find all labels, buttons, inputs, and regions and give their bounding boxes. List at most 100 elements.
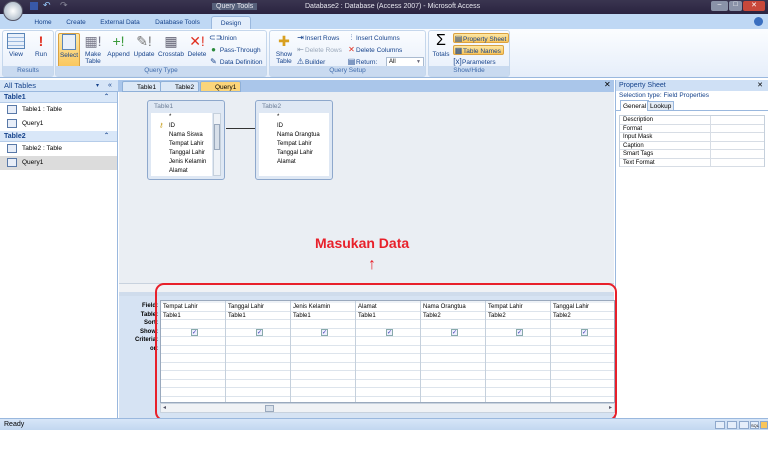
property-format[interactable]: Format: [620, 124, 764, 133]
delete-rows-icon: ⇤: [297, 45, 304, 54]
field-item[interactable]: Tanggal Lahir: [151, 149, 212, 158]
union-button[interactable]: ⊂⊃ Union: [209, 33, 237, 43]
field-item[interactable]: *: [259, 113, 329, 122]
property-sheet-button[interactable]: ▤Property Sheet: [453, 33, 510, 43]
annotation-highlight-box: [155, 283, 617, 421]
office-button[interactable]: [3, 1, 23, 21]
property-input-mask[interactable]: Input Mask: [620, 133, 764, 142]
help-icon[interactable]: [754, 17, 763, 26]
group-label: Query Setup: [270, 66, 425, 76]
globe-icon: ●: [211, 45, 216, 54]
close-icon[interactable]: ✕: [757, 80, 763, 91]
nav-group-table1[interactable]: Table1 ⌃: [0, 92, 117, 103]
select-button[interactable]: Select: [58, 33, 80, 69]
collapse-pane-icon[interactable]: «: [108, 80, 112, 92]
tab-design[interactable]: Design: [211, 16, 251, 29]
field-item[interactable]: Nama Orangtua: [259, 131, 329, 140]
pass-through-button[interactable]: ● Pass-Through: [209, 45, 261, 55]
field-item[interactable]: Jenis Kelamin: [151, 158, 212, 167]
pivotchart-view-icon[interactable]: [739, 421, 749, 429]
field-item[interactable]: ⚷ ID: [151, 122, 212, 131]
property-sheet: Property Sheet ✕ Selection type: Field Pr…: [615, 80, 768, 418]
make-table-button[interactable]: ▦! Make Table: [82, 33, 104, 65]
delete-button[interactable]: ✕! Delete: [186, 33, 208, 58]
tab-general[interactable]: General: [620, 100, 650, 111]
field-list-title: Table2: [262, 103, 282, 110]
tab-external-data[interactable]: External Data: [96, 16, 144, 29]
selection-type: Selection type: Field Properties: [619, 92, 709, 99]
delete-columns-button[interactable]: ✕Delete Columns: [347, 45, 402, 55]
ribbon-tabs: Home Create External Data Database Tools…: [0, 14, 768, 29]
run-button[interactable]: ! Run: [31, 33, 51, 58]
property-smart-tags[interactable]: Smart Tags: [620, 150, 764, 159]
group-label: Query Type: [56, 66, 266, 76]
query-icon: [7, 158, 17, 167]
pivottable-view-icon[interactable]: [727, 421, 737, 429]
tab-database-tools[interactable]: Database Tools: [150, 16, 205, 29]
property-sheet-icon: ▤: [454, 34, 463, 43]
datasheet-icon: [7, 33, 25, 49]
close-button[interactable]: ✕: [743, 1, 765, 11]
relationship-line[interactable]: [226, 128, 255, 129]
datasheet-view-icon[interactable]: [715, 421, 725, 429]
chevron-down-icon[interactable]: ▾: [96, 80, 99, 92]
sql-view-icon[interactable]: SQL: [750, 421, 759, 429]
field-item[interactable]: Alamat: [151, 167, 212, 176]
nav-pane-header[interactable]: All Tables ▾ «: [0, 80, 118, 92]
select-query-icon: [62, 34, 76, 50]
insert-columns-button[interactable]: ⫶ Insert Columns: [347, 33, 400, 43]
minimize-button[interactable]: –: [711, 1, 728, 11]
delete-columns-icon: ✕: [348, 45, 355, 54]
view-button[interactable]: View: [6, 33, 26, 58]
annotation-text: Masukan Data: [315, 235, 410, 251]
insert-rows-button[interactable]: ⇥Insert Rows: [296, 33, 339, 43]
tab-home[interactable]: Home: [30, 16, 56, 29]
annotation-arrow-icon: ↑: [368, 256, 376, 273]
table2-field-list[interactable]: Table2 * ID Nama Orangtua Tempat Lahir T…: [255, 100, 333, 180]
delete-rows-button[interactable]: ⇤Delete Rows: [296, 45, 342, 55]
status-bar: Ready SQL: [0, 418, 768, 430]
field-list-scrollbar[interactable]: [213, 113, 221, 176]
property-text-format[interactable]: Text Format: [620, 158, 764, 167]
collapse-icon[interactable]: ⌃: [104, 92, 109, 103]
design-view-icon[interactable]: [760, 421, 768, 429]
field-item[interactable]: Tanggal Lahir: [259, 149, 329, 158]
row-label-table: Table:: [140, 311, 158, 318]
window-title: Database2 : Database (Access 2007) - Mic…: [305, 3, 481, 10]
insert-rows-icon: ⇥: [297, 33, 304, 42]
append-button[interactable]: +! Append: [106, 33, 131, 58]
update-button[interactable]: ✎! Update: [132, 33, 156, 58]
nav-item-query1[interactable]: Query1: [0, 117, 117, 131]
field-item[interactable]: Tempat Lahir: [151, 140, 212, 149]
nav-item-table2[interactable]: Table2 : Table: [0, 142, 117, 156]
field-item[interactable]: Nama Siswa: [151, 131, 212, 140]
field-item[interactable]: Tempat Lahir: [259, 140, 329, 149]
undo-icon[interactable]: ↶: [43, 0, 51, 11]
property-description[interactable]: Description: [620, 116, 764, 125]
grid-row-labels: Field: Table: Sort: Show: Criteria: or:: [119, 302, 160, 353]
table-names-button[interactable]: ▦Table Names: [453, 45, 504, 55]
doc-tab-table2[interactable]: Table2: [160, 81, 200, 92]
doc-tab-table1[interactable]: Table1: [122, 81, 162, 92]
property-caption[interactable]: Caption: [620, 141, 764, 150]
context-title: Query Tools: [212, 3, 258, 10]
field-item[interactable]: Alamat: [259, 158, 329, 167]
maximize-button[interactable]: □: [729, 1, 742, 11]
show-table-button[interactable]: ✚ Show Table: [273, 33, 295, 65]
save-icon[interactable]: [30, 2, 38, 10]
totals-button[interactable]: Σ Totals: [431, 33, 451, 59]
tab-lookup[interactable]: Lookup: [647, 101, 675, 111]
crosstab-button[interactable]: ▦ Crosstab: [157, 33, 185, 58]
row-label-show: Show:: [140, 328, 158, 335]
tab-create[interactable]: Create: [62, 16, 90, 29]
table1-field-list[interactable]: Table1 * ⚷ ID Nama Siswa Tempat Lahir Tan…: [147, 100, 225, 180]
nav-group-table2[interactable]: Table2 ⌃: [0, 131, 117, 142]
doc-tab-query1[interactable]: Query1: [200, 81, 242, 92]
field-item[interactable]: *: [151, 113, 212, 122]
close-document-icon[interactable]: ✕: [604, 80, 611, 89]
field-item[interactable]: ID: [259, 122, 329, 131]
redo-icon[interactable]: ↷: [60, 0, 68, 11]
nav-item-table1[interactable]: Table1 : Table: [0, 103, 117, 117]
collapse-icon[interactable]: ⌃: [104, 131, 109, 142]
nav-item-query1-selected[interactable]: Query1: [0, 156, 117, 170]
